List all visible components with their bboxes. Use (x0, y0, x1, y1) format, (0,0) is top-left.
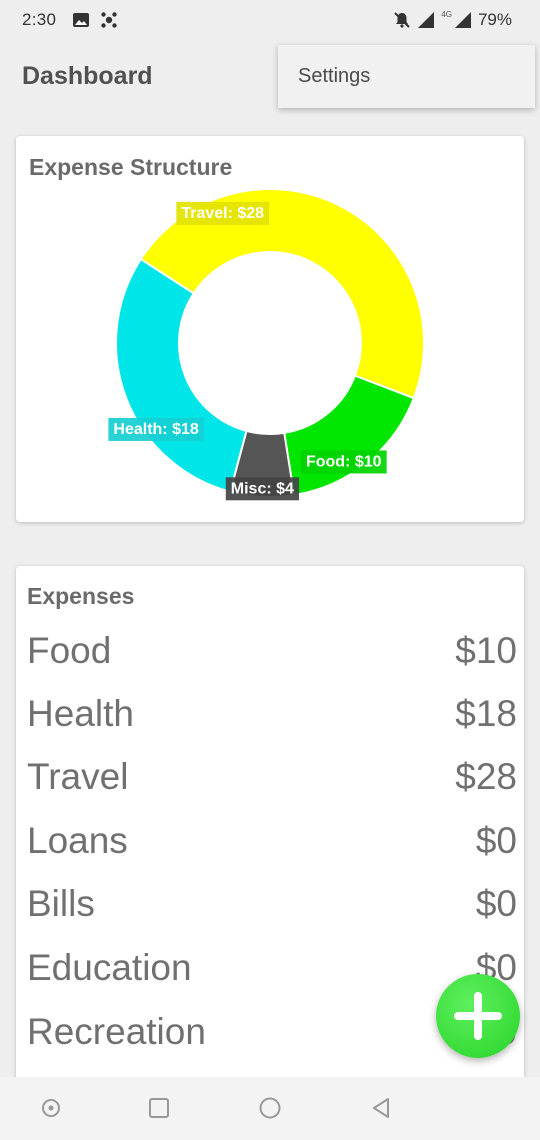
expense-row-food[interactable]: Food $10 (27, 621, 517, 681)
expense-amount: $10 (455, 630, 517, 671)
expense-row-bills[interactable]: Bills $0 (27, 874, 517, 934)
battery-percent: 79% (477, 10, 512, 29)
expense-name: Bills (27, 883, 95, 924)
mute-icon (394, 12, 411, 28)
system-nav-bar (0, 1077, 540, 1140)
signal-icon (418, 12, 435, 28)
svg-text:Misc: $4: Misc: $4 (231, 480, 294, 497)
dot-circle-icon[interactable] (38, 1095, 64, 1121)
status-bar: 2:30 4G 79% (0, 0, 540, 42)
expense-amount: $0 (475, 820, 517, 861)
donut-slice-food[interactable] (283, 374, 416, 497)
data-label-misc: Misc: $4 (225, 477, 300, 501)
expense-name: Loans (27, 820, 128, 861)
expense-name: Food (27, 630, 112, 671)
expense-structure-card: Expense Structure Travel: $28 Food: $10 Mi… (16, 136, 524, 522)
app-notification-icon (101, 12, 117, 28)
home-circle-icon[interactable] (257, 1095, 283, 1121)
page-title: Dashboard (22, 62, 153, 90)
status-right-icons: 4G 79% (393, 10, 512, 30)
expense-row-health[interactable]: Health $18 (27, 684, 517, 744)
data-label-health: Health: $18 (108, 417, 204, 441)
donut-slice-health[interactable] (115, 257, 248, 493)
expense-row-loans[interactable]: Loans $0 (27, 811, 517, 871)
svg-text:Health: $18: Health: $18 (113, 421, 198, 438)
expense-amount: $0 (475, 883, 517, 924)
image-icon (73, 13, 89, 27)
expense-amount: $28 (455, 756, 517, 797)
expense-name: Travel (27, 756, 129, 797)
menu-item-settings[interactable]: Settings (298, 65, 370, 88)
status-time: 2:30 (22, 10, 57, 29)
recents-square-icon[interactable] (146, 1095, 172, 1121)
expense-row-education[interactable]: Education $0 (27, 938, 517, 998)
data-label-travel: Travel: $28 (176, 201, 270, 225)
expense-amount: $18 (455, 693, 517, 734)
expense-name: Health (27, 693, 134, 734)
expense-name: Education (27, 947, 192, 988)
signal-4g-icon (454, 12, 471, 28)
data-label-food: Food: $10 (300, 450, 387, 474)
status-left-icons (72, 11, 118, 29)
network-type: 4G (441, 9, 452, 19)
overflow-menu: Settings (278, 45, 535, 108)
expense-row-travel[interactable]: Travel $28 (27, 747, 517, 807)
svg-text:Food: $10: Food: $10 (306, 453, 382, 470)
add-expense-button[interactable] (436, 974, 520, 1058)
svg-text:Travel: $28: Travel: $28 (181, 205, 264, 222)
back-triangle-icon[interactable] (368, 1095, 394, 1121)
expense-donut-chart: Travel: $28 Food: $10 Misc: $4 Health: $18 (108, 188, 425, 501)
expenses-title: Expenses (27, 583, 135, 609)
expense-name: Recreation (27, 1011, 206, 1052)
